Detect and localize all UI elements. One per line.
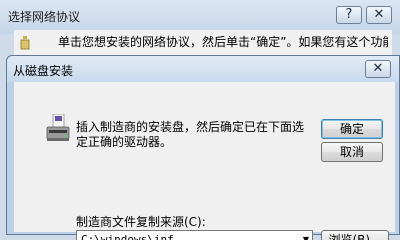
insert-disk-instruction: 插入制造商的安装盘，然后确定已在下面选定正确的驱动器。 xyxy=(76,120,305,149)
browse-button[interactable]: 浏览(B)... xyxy=(321,230,389,240)
install-from-disk-dialog: 从磁盘安装 ✕ 插入制造商的安装盘，然后确定已在下面选定正确的驱动器。 确定 取… xyxy=(6,55,400,240)
copy-source-label: 制造商文件复制来源(C): xyxy=(76,215,206,229)
dialog-titlebar[interactable]: 从磁盘安装 ✕ xyxy=(7,56,399,82)
ok-button[interactable]: 确定 xyxy=(321,119,383,139)
parent-close-button[interactable]: ✕ xyxy=(366,6,392,24)
chevron-down-icon[interactable]: ▼ xyxy=(300,231,312,240)
copy-source-input[interactable]: C:\windows\inf xyxy=(76,230,313,240)
parent-window-title: 选择网络协议 xyxy=(8,10,81,24)
cancel-button[interactable]: 取消 xyxy=(321,142,383,162)
dialog-client-area: 插入制造商的安装盘，然后确定已在下面选定正确的驱动器。 确定 取消 制造商文件复… xyxy=(14,82,395,240)
dialog-close-button[interactable]: ✕ xyxy=(365,60,391,78)
parent-titlebar: 选择网络协议 ? ✕ xyxy=(0,0,400,34)
network-protocol-icon xyxy=(20,36,30,50)
dialog-title: 从磁盘安装 xyxy=(13,64,74,78)
help-button[interactable]: ? xyxy=(336,6,362,24)
disk-drive-icon xyxy=(46,114,70,141)
